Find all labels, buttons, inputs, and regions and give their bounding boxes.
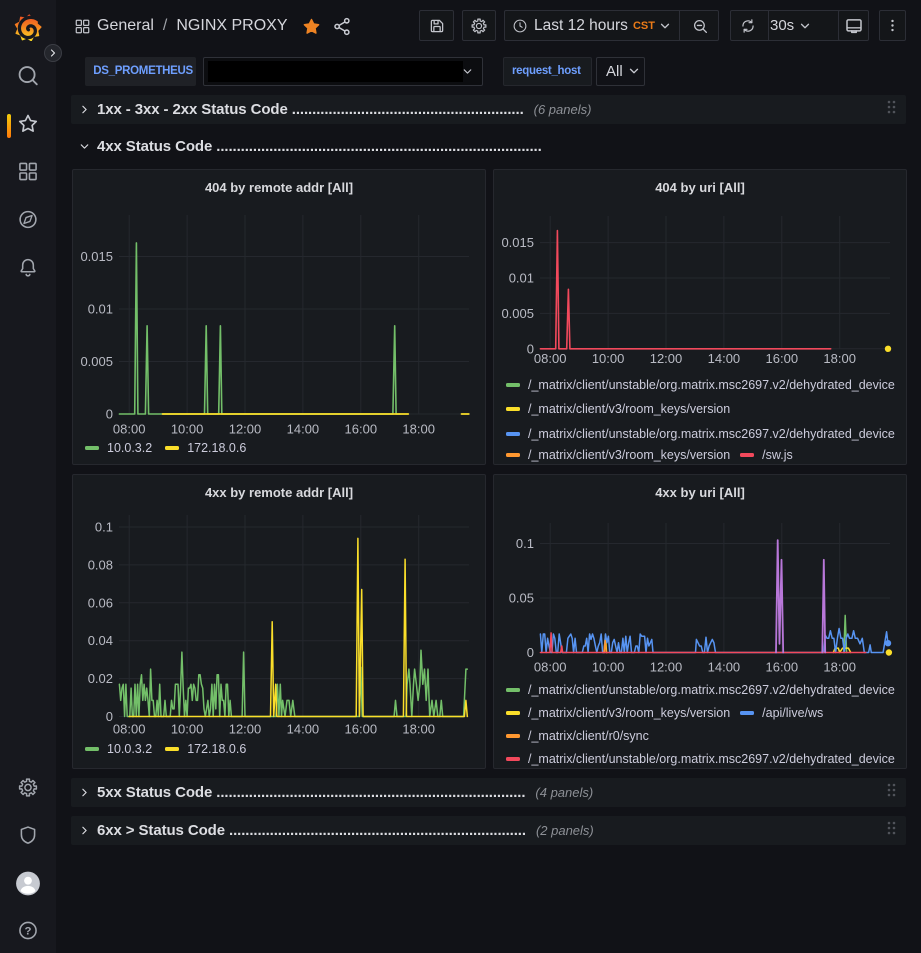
svg-text:14:00: 14:00 (287, 722, 320, 737)
svg-text:0.1: 0.1 (95, 520, 113, 535)
svg-text:12:00: 12:00 (229, 722, 262, 737)
svg-text:18:00: 18:00 (402, 422, 435, 437)
svg-text:16:00: 16:00 (345, 722, 378, 737)
svg-text:18:00: 18:00 (402, 722, 435, 737)
svg-text:10:00: 10:00 (171, 422, 204, 437)
svg-text:0.06: 0.06 (88, 595, 113, 610)
svg-text:16:00: 16:00 (766, 351, 799, 366)
svg-text:10:00: 10:00 (592, 351, 625, 366)
svg-text:0.02: 0.02 (88, 671, 113, 686)
svg-text:0.1: 0.1 (516, 536, 534, 551)
svg-text:12:00: 12:00 (229, 422, 262, 437)
svg-text:08:00: 08:00 (113, 422, 146, 437)
svg-text:08:00: 08:00 (113, 722, 146, 737)
svg-text:0.005: 0.005 (501, 306, 534, 321)
svg-text:0.01: 0.01 (88, 302, 113, 317)
svg-text:0.08: 0.08 (88, 557, 113, 572)
svg-text:18:00: 18:00 (823, 351, 856, 366)
svg-text:14:00: 14:00 (708, 660, 741, 675)
svg-text:12:00: 12:00 (650, 351, 683, 366)
svg-text:18:00: 18:00 (823, 660, 856, 675)
svg-text:12:00: 12:00 (650, 660, 683, 675)
svg-text:08:00: 08:00 (534, 660, 567, 675)
svg-text:0.04: 0.04 (88, 633, 113, 648)
svg-text:0: 0 (106, 407, 113, 422)
svg-text:0.015: 0.015 (501, 235, 534, 250)
svg-text:14:00: 14:00 (708, 351, 741, 366)
svg-text:0: 0 (527, 341, 534, 356)
svg-text:10:00: 10:00 (592, 660, 625, 675)
svg-text:0: 0 (106, 709, 113, 724)
svg-text:?: ? (25, 925, 32, 937)
svg-text:0.015: 0.015 (80, 249, 113, 264)
svg-text:0.005: 0.005 (80, 354, 113, 369)
svg-text:16:00: 16:00 (766, 660, 799, 675)
svg-text:0.05: 0.05 (509, 591, 534, 606)
svg-text:0.01: 0.01 (509, 271, 534, 286)
svg-text:10:00: 10:00 (171, 722, 204, 737)
svg-text:08:00: 08:00 (534, 351, 567, 366)
svg-text:0: 0 (527, 645, 534, 660)
svg-text:16:00: 16:00 (345, 422, 378, 437)
svg-text:14:00: 14:00 (287, 422, 320, 437)
